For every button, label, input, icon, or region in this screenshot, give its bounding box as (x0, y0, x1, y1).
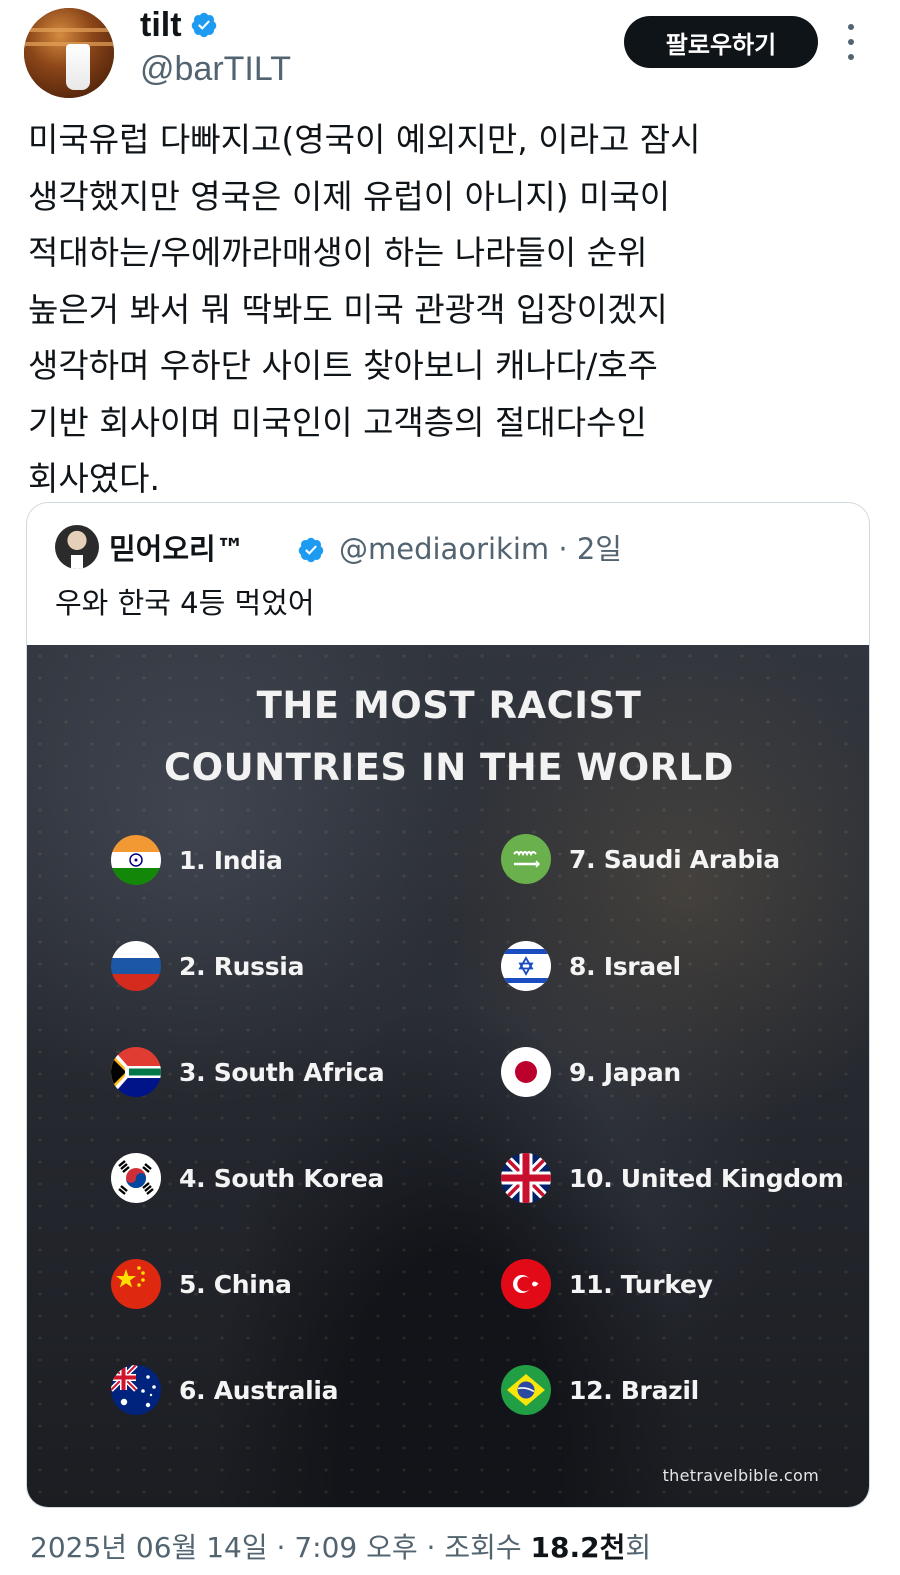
ranking-item: 3. South Africa (111, 1047, 385, 1097)
views-count: 18.2천 (530, 1531, 626, 1564)
south-korea-flag-icon (111, 1153, 161, 1203)
ranking-item: 4. South Korea (111, 1153, 384, 1203)
quoted-author-handle[interactable]: @mediaorikim (339, 532, 549, 566)
ranking-label: 4. South Korea (179, 1163, 385, 1193)
ranking-label: 1. India (179, 845, 283, 875)
united-kingdom-flag-icon (501, 1153, 551, 1203)
ranking-label: 11. Turkey (569, 1269, 713, 1299)
verified-badge-icon (191, 12, 216, 38)
infographic-source: thetravelbible.com (662, 1466, 819, 1485)
ranking-label: 3. South Africa (179, 1057, 385, 1087)
turkey-flag-icon (501, 1259, 551, 1309)
quoted-author-meta: @mediaorikim · 2일 (339, 529, 622, 569)
quoted-tweet[interactable]: 믿어오리™ @mediaorikim · 2일 우와 한국 4등 먹었어 THE… (26, 502, 870, 1508)
quoted-author-name[interactable]: 믿어오리™ (109, 529, 245, 569)
china-flag-icon (111, 1259, 161, 1309)
views-label: 조회수 (444, 1531, 522, 1564)
post-date[interactable]: 2025년 06월 14일 (30, 1531, 268, 1564)
ranking-label: 12. Brazil (569, 1375, 699, 1405)
views-suffix: 회 (625, 1531, 652, 1564)
quoted-verified-badge-icon (298, 537, 324, 563)
tweet-text: 미국유럽 다빠지고(영국이 예외지만, 이라고 잠시 생각했지만 영국은 이제 … (28, 120, 701, 498)
ranking-item: 2. Russia (111, 941, 304, 991)
separator: · (276, 1531, 286, 1564)
post-metadata: 2025년 06월 14일 · 7:09 오후 · 조회수 18.2천회 (30, 1528, 651, 1568)
japan-flag-icon (501, 1047, 551, 1097)
ranking-label: 8. Israel (569, 951, 681, 981)
australia-flag-icon (111, 1365, 161, 1415)
author-display-name[interactable]: tilt (140, 4, 182, 46)
ranking-label: 7. Saudi Arabia (569, 844, 780, 874)
author-avatar[interactable] (24, 8, 114, 98)
ranking-item: 10. United Kingdom (501, 1153, 844, 1203)
ranking-label: 5. China (179, 1269, 292, 1299)
author-handle[interactable]: @barTILT (140, 48, 291, 90)
ranking-item: 8. Israel (501, 941, 681, 991)
ranking-item: 6. Australia (111, 1365, 338, 1415)
infographic-title: THE MOST RACIST COUNTRIES IN THE WORLD (27, 675, 869, 799)
infographic-title-line1: THE MOST RACIST (256, 684, 642, 727)
quoted-author-avatar[interactable] (55, 525, 99, 569)
south-africa-flag-icon (111, 1047, 161, 1097)
separator: · (426, 1531, 436, 1564)
post-time[interactable]: 7:09 오후 (294, 1531, 417, 1564)
india-flag-icon (111, 835, 161, 885)
ranking-item: 5. China (111, 1259, 292, 1309)
ranking-label: 2. Russia (179, 951, 305, 981)
more-options-icon[interactable] (846, 24, 856, 60)
russia-flag-icon (111, 941, 161, 991)
ranking-item: 9. Japan (501, 1047, 681, 1097)
saudi-arabia-flag-icon (501, 834, 551, 884)
quoted-post-time[interactable]: 2일 (577, 532, 622, 566)
ranking-label: 10. United Kingdom (569, 1163, 844, 1193)
brazil-flag-icon (501, 1365, 551, 1415)
ranking-item: 1. India (111, 835, 283, 885)
infographic-title-line2: COUNTRIES IN THE WORLD (164, 746, 734, 789)
quoted-tweet-text: 우와 한국 4등 먹었어 (55, 586, 315, 620)
ranking-label: 9. Japan (569, 1057, 681, 1087)
follow-button[interactable]: 팔로우하기 (624, 16, 818, 68)
israel-flag-icon (501, 941, 551, 991)
quoted-tweet-image[interactable]: THE MOST RACIST COUNTRIES IN THE WORLD 1… (27, 645, 869, 1507)
ranking-item: 11. Turkey (501, 1259, 713, 1309)
ranking-label: 6. Australia (179, 1375, 339, 1405)
ranking-item: 7. Saudi Arabia (501, 834, 780, 884)
author-name-row: tilt (140, 4, 218, 46)
separator: · (558, 532, 568, 566)
ranking-item: 12. Brazil (501, 1365, 699, 1415)
